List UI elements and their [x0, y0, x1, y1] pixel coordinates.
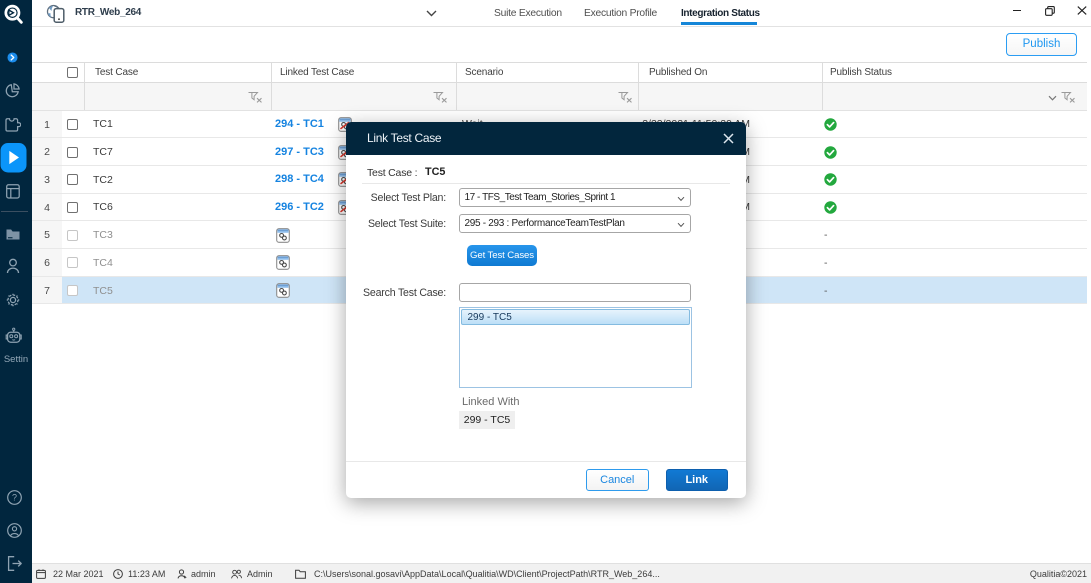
- svg-text:?: ?: [12, 493, 17, 503]
